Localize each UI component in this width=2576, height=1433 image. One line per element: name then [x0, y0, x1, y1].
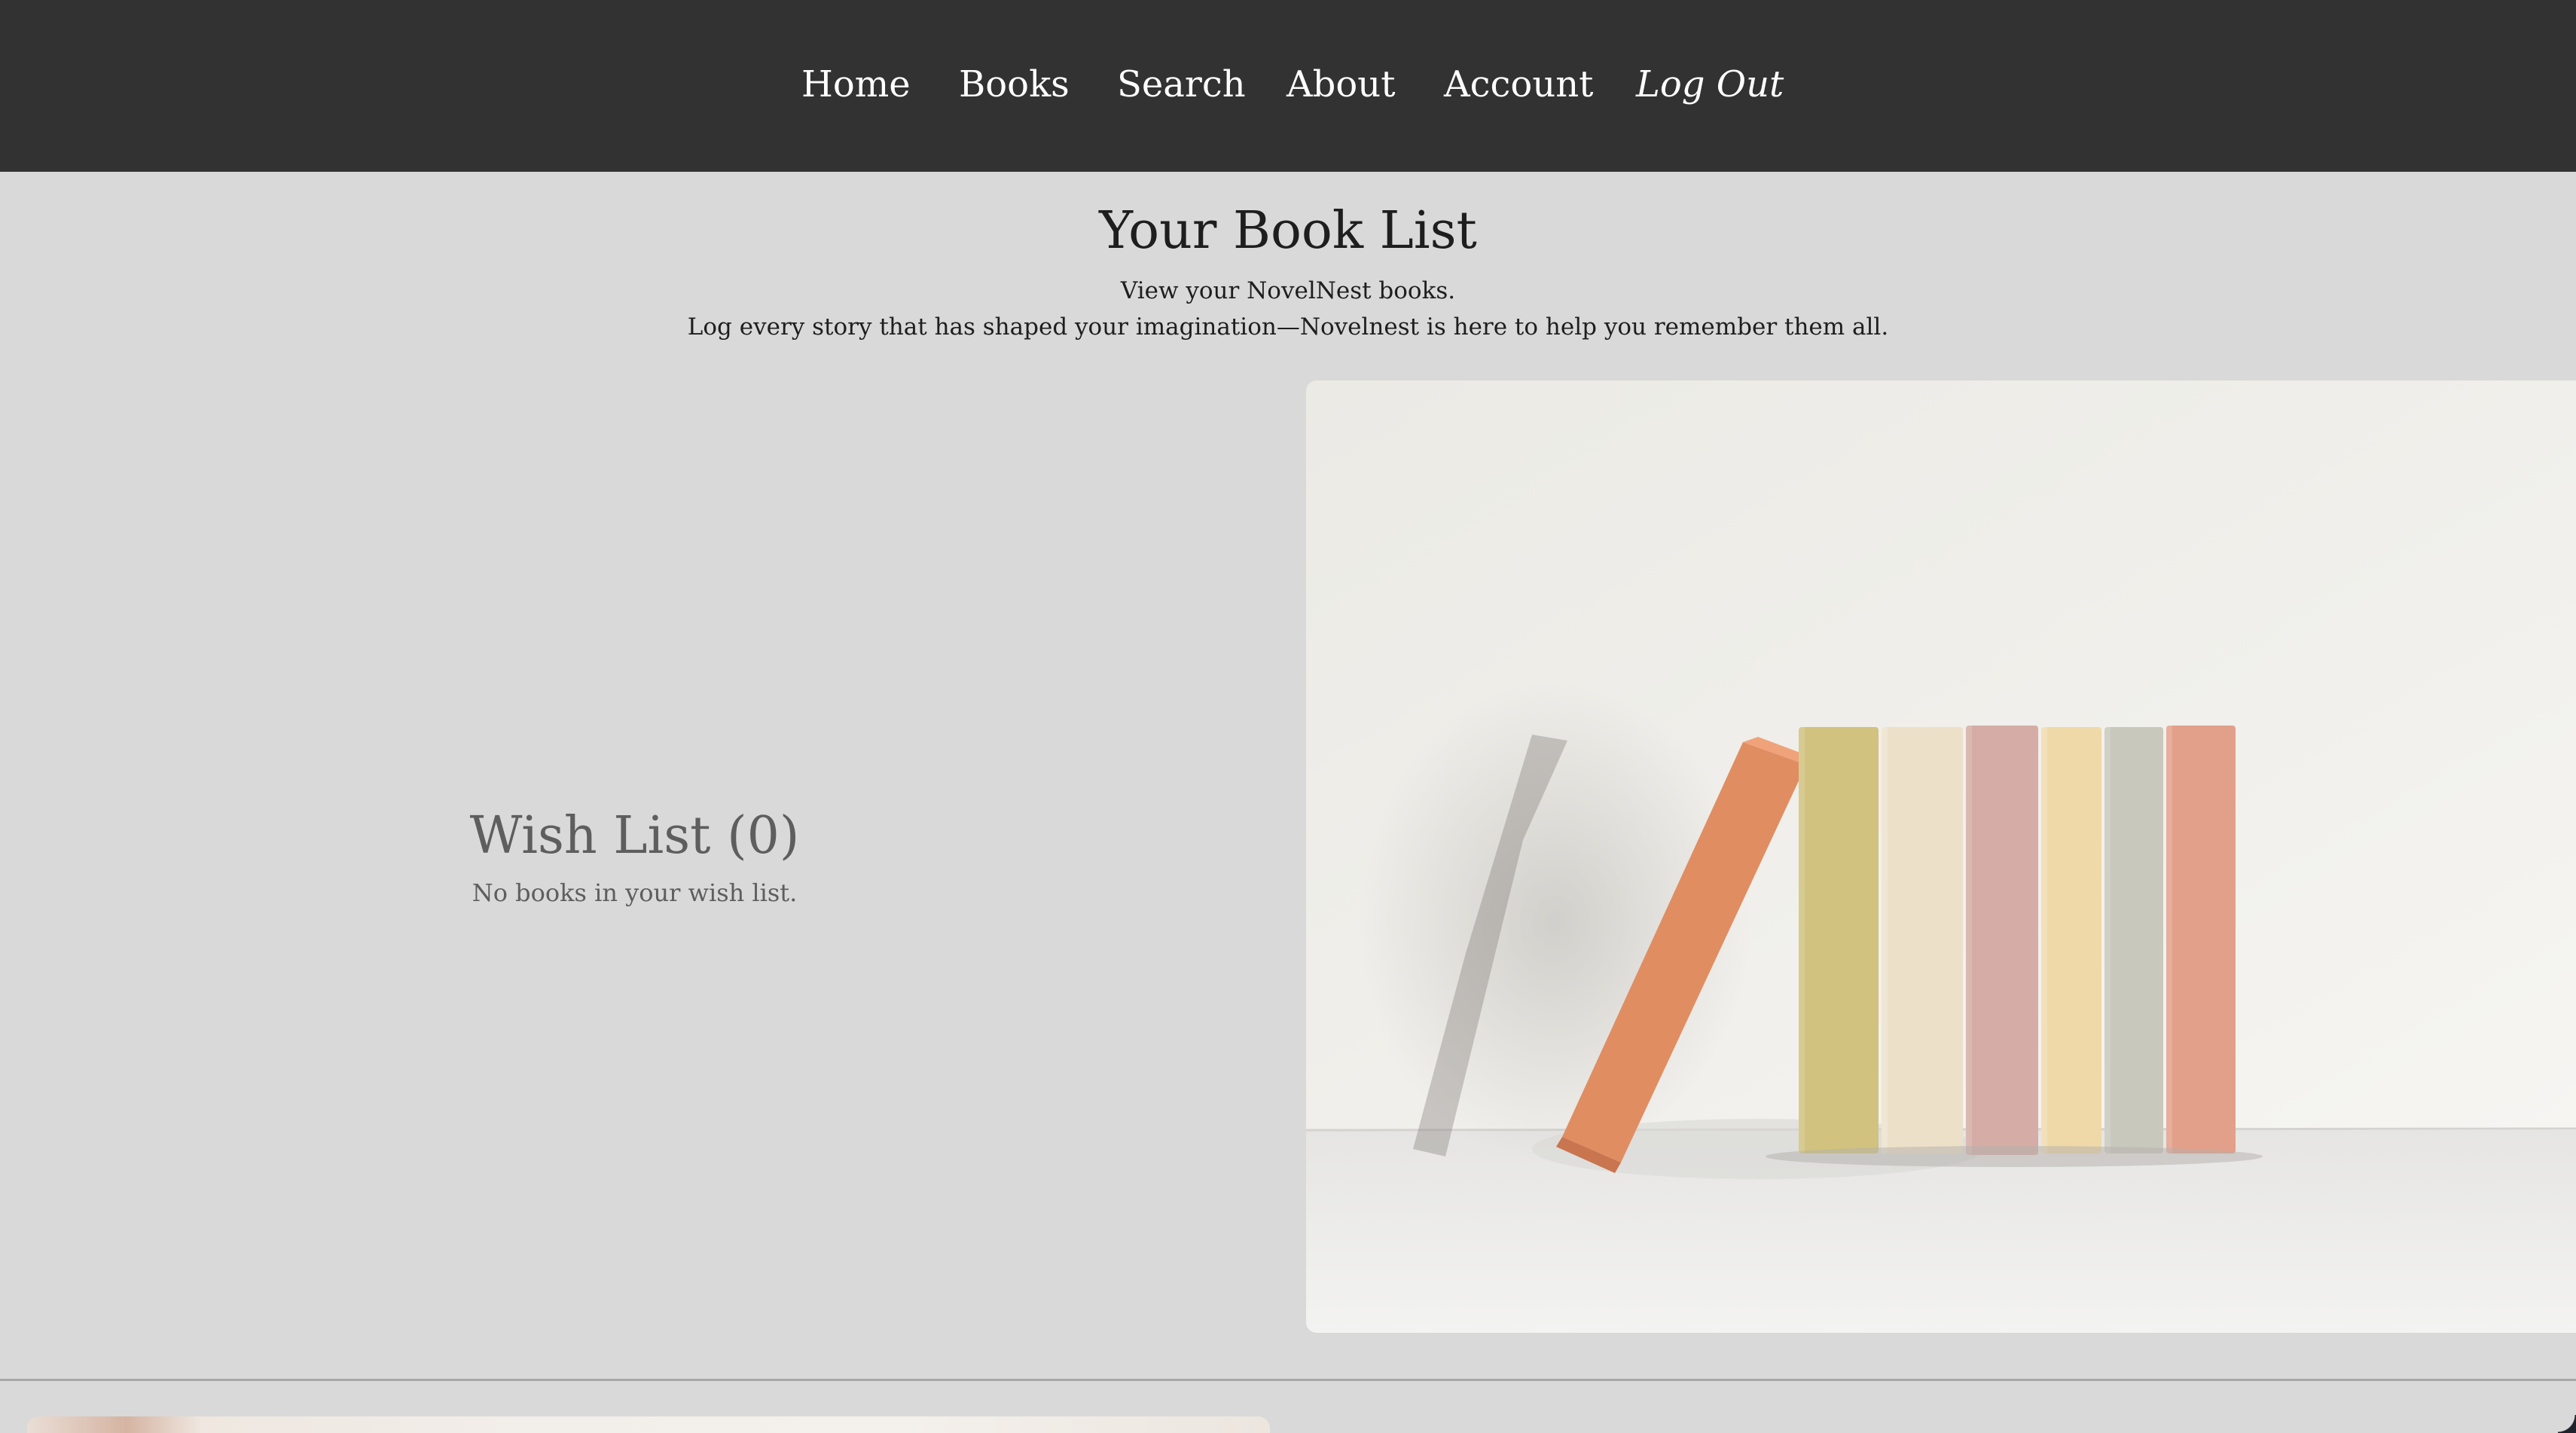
- nav-home-link[interactable]: Home: [801, 60, 911, 108]
- page-title: Your Book List: [1099, 201, 1477, 261]
- wish-list-title: Wish List (0): [469, 806, 800, 866]
- wish-list-section: Wish List (0) No books in your wish list…: [0, 380, 1269, 1333]
- nav-about-link[interactable]: About: [1286, 60, 1396, 108]
- nav-account-link[interactable]: Account: [1444, 60, 1593, 108]
- page: Home Books Search About Account Log Out …: [0, 0, 2576, 1433]
- nav-search-link[interactable]: Search: [1117, 60, 1246, 108]
- page-subtitle: View your NovelNest books.: [1120, 277, 1456, 304]
- top-navbar: Home Books Search About Account Log Out: [0, 0, 2576, 172]
- nav-books-link[interactable]: Books: [959, 60, 1070, 108]
- bookshelf-image: [1306, 380, 2576, 1333]
- next-section-image: [27, 1416, 1270, 1433]
- nav-logout-link[interactable]: Log Out: [1636, 60, 1784, 108]
- section-divider: [0, 1379, 2576, 1381]
- page-description: Log every story that has shaped your ima…: [687, 313, 1889, 341]
- wish-list-empty-message: No books in your wish list.: [472, 878, 798, 907]
- window-corner: [2558, 1415, 2576, 1433]
